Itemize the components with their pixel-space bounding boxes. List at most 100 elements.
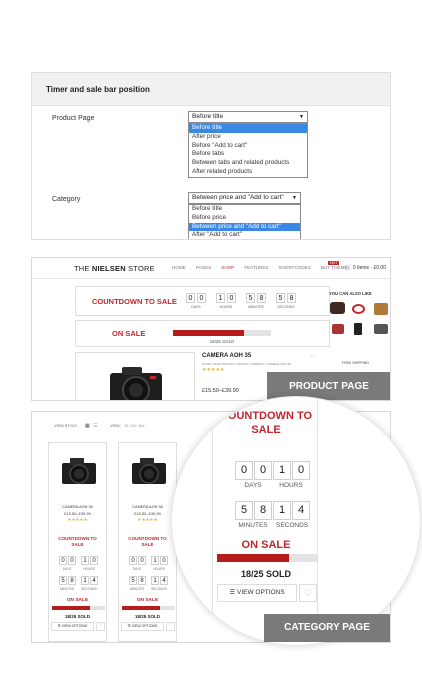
timer-unit-label: SECONDS	[81, 587, 97, 591]
timer-unit-label: DAYS	[62, 567, 72, 571]
product-name: CAMERA AOH 35	[202, 353, 252, 359]
dropdown-option[interactable]: After price	[189, 133, 307, 142]
heart-icon[interactable]: ♡	[96, 622, 105, 631]
category-label: Category	[52, 196, 81, 203]
timer-digit: 8	[68, 576, 76, 585]
timer-digit: 5	[246, 293, 255, 303]
zoomed-card: COUNTDOWN TO SALE 0 0 DAYS 1 0 HOURS 5 8 MINUTES…	[212, 397, 319, 645]
nav-item[interactable]: BUY THEME	[321, 265, 348, 270]
card-price: £15.50–£39.90	[134, 511, 161, 516]
view-count-options[interactable]: 12 / 24 / ALL	[124, 424, 145, 428]
category-select[interactable]: Between price and "Add to cart" ▼	[188, 192, 301, 204]
card-product-name[interactable]: CAMERA AOH 35	[119, 505, 176, 509]
timer-digit: 1	[81, 576, 89, 585]
zoom-countdown-title: COUNTDOWN TO SALE	[213, 409, 319, 437]
view-options-button[interactable]: ☰ VIEW OPTIONS	[121, 622, 164, 631]
timer-digit: 0	[138, 556, 146, 565]
product-page-select[interactable]: Before title ▼	[188, 111, 308, 123]
timer-unit-label: MINUTES	[129, 587, 145, 591]
logo-suffix: STORE	[128, 264, 155, 273]
zoom-magnifier: COUNTDOWN TO SALE 0 0 DAYS 1 0 HOURS 5 8 MINUTES…	[171, 396, 421, 646]
timer-digit: 5	[276, 293, 285, 303]
bag-thumb[interactable]	[330, 302, 345, 314]
view-options-label: VIEW OPTIONS	[131, 624, 158, 628]
zoom-timer-unit-label: DAYS	[244, 482, 262, 489]
card-product-name[interactable]: CAMERA AOH 35	[49, 505, 106, 509]
product-page-selected: Before title	[192, 113, 224, 120]
card-sold-count: 18/25 SOLD	[134, 614, 160, 619]
timer-digit: 1	[151, 576, 159, 585]
nav-item[interactable]: SHOP	[221, 265, 234, 270]
product-card[interactable]: CAMERA AOH 35 £15.50–£39.90 ★★★★★ COUNTDOWN…	[48, 442, 107, 642]
dropdown-option[interactable]: Before title	[189, 124, 307, 133]
heart-icon[interactable]: ♡	[166, 622, 175, 631]
view-style-label: VIEW STYLE:	[54, 424, 78, 428]
on-sale-box: ON SALE 18/25 SOLD	[75, 320, 330, 347]
dropdown-option[interactable]: After "Add to cart"	[189, 231, 300, 239]
product-image[interactable]	[75, 352, 195, 400]
timer-unit-label: HOURS	[153, 567, 165, 571]
rating-stars: ★★★★★	[137, 517, 158, 522]
zoom-timer-digit: 0	[292, 461, 310, 480]
case-thumb[interactable]	[332, 324, 344, 334]
dropdown-option[interactable]: After related products	[189, 168, 307, 177]
timer-unit-label: HOURS	[219, 305, 233, 309]
chevron-down-icon: ▼	[299, 114, 304, 120]
chair-thumb[interactable]	[374, 303, 388, 315]
speaker-thumb[interactable]	[374, 324, 388, 334]
card-on-sale: ON SALE	[136, 598, 159, 603]
dropdown-option[interactable]: Between tabs and related products	[189, 159, 307, 168]
timer-digit: 8	[138, 576, 146, 585]
timer-digit: 0	[68, 556, 76, 565]
card-on-sale: ON SALE	[66, 598, 89, 603]
free-shipping: FREE SHIPPING	[342, 361, 370, 365]
phone-thumb[interactable]	[354, 323, 362, 335]
zoom-timer-digit: 8	[254, 501, 272, 520]
camera-icon	[59, 455, 99, 485]
zoom-timer-digit: 0	[235, 461, 253, 480]
zoom-view-options-button[interactable]: ☰ VIEW OPTIONS	[217, 584, 297, 602]
dropdown-option[interactable]: Between price and "Add to cart"	[189, 222, 300, 232]
nav-item[interactable]: FEATURES	[244, 265, 268, 270]
heart-icon[interactable]: ♡	[299, 584, 317, 602]
dropdown-option[interactable]: Before price	[189, 214, 300, 223]
timer-digit: 4	[90, 576, 98, 585]
card-sold-count: 18/25 SOLD	[64, 614, 90, 619]
cart-icon: 🛒	[345, 265, 352, 271]
store-header: THE NIELSEN STORE HOME PAGES SHOP FEATURES S…	[32, 258, 390, 279]
timer-digit: 1	[151, 556, 159, 565]
product-card[interactable]: CAMERA AOH 35 £15.50–£39.90 ★★★★★ COUNTDOWN…	[118, 442, 177, 642]
timer-digit: 1	[216, 293, 225, 303]
cart-text: 0 items · £0.00	[352, 265, 386, 271]
sold-count: 18/25 SOLD	[209, 339, 235, 344]
dropdown-option[interactable]: Before "Add to cart"	[189, 142, 307, 151]
camera-icon	[129, 455, 169, 485]
zoom-timer-unit-label: HOURS	[279, 482, 303, 489]
zoom-view-options-label: VIEW OPTIONS	[236, 589, 285, 596]
nav-item[interactable]: SHORTCODES	[278, 265, 310, 270]
on-sale-label: ON SALE	[112, 329, 146, 338]
category-page-badge: CATEGORY PAGE	[264, 614, 390, 642]
timer-digit: 0	[160, 556, 168, 565]
prev-next-arrows[interactable]: ‹ ›	[310, 353, 315, 359]
timer-unit-label: MINUTES	[248, 305, 264, 309]
nav-item[interactable]: PAGES	[196, 265, 212, 270]
store-logo[interactable]: THE NIELSEN STORE	[74, 264, 155, 273]
timer-digit: 0	[197, 293, 206, 303]
grid-view-icon[interactable]: ▦	[85, 423, 90, 429]
timer-unit-label: MINUTES	[59, 587, 75, 591]
timer-digit: 0	[186, 293, 195, 303]
view-options-button[interactable]: ☰ VIEW OPTIONS	[51, 622, 94, 631]
zoom-sold-count: 18/25 SOLD	[240, 569, 292, 579]
dropdown-option[interactable]: Before title	[189, 205, 300, 214]
hot-badge: HOT	[328, 261, 340, 265]
settings-title: Timer and sale bar position	[46, 85, 150, 94]
cart-summary[interactable]: 🛒 0 items · £0.00	[345, 265, 386, 271]
category-selected: Between price and "Add to cart"	[192, 194, 284, 201]
glasses-thumb[interactable]	[352, 304, 365, 314]
dropdown-option[interactable]: Before tabs	[189, 150, 307, 159]
nav-item[interactable]: HOME	[172, 265, 186, 270]
zoom-timer-digit: 1	[273, 501, 291, 520]
list-view-icon[interactable]: ☰	[93, 423, 97, 429]
timer-unit-label: DAYS	[132, 567, 142, 571]
